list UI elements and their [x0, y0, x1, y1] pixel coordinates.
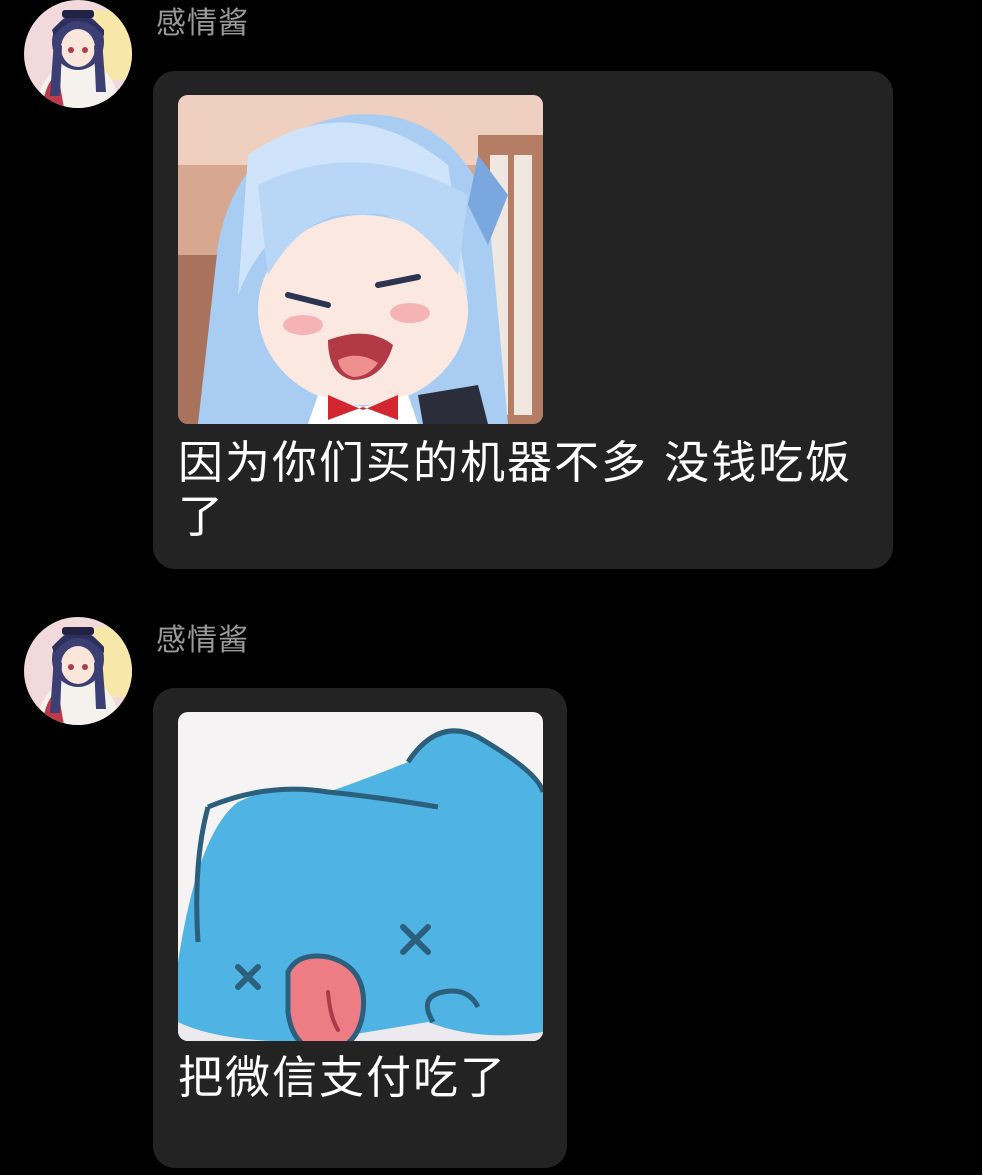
- sticker-image[interactable]: [178, 712, 543, 1041]
- sender-avatar[interactable]: [24, 0, 132, 108]
- sender-name: 感情酱: [156, 6, 249, 41]
- collapsed-blue-cat-sticker: [178, 712, 543, 1041]
- message-bubble[interactable]: 把微信支付吃了: [153, 688, 567, 1168]
- message-bubble[interactable]: 因为你们买的机器不多 没钱吃饭了: [153, 71, 893, 569]
- sender-avatar[interactable]: [24, 617, 132, 725]
- message-text: 把微信支付吃了: [178, 1051, 508, 1104]
- sender-name: 感情酱: [156, 623, 249, 658]
- avatar-image: [24, 0, 132, 108]
- sticker-image[interactable]: [178, 95, 543, 424]
- crying-anime-girl-sticker: [178, 95, 543, 424]
- avatar-image: [24, 617, 132, 725]
- message-text: 因为你们买的机器不多 没钱吃饭了: [178, 436, 853, 543]
